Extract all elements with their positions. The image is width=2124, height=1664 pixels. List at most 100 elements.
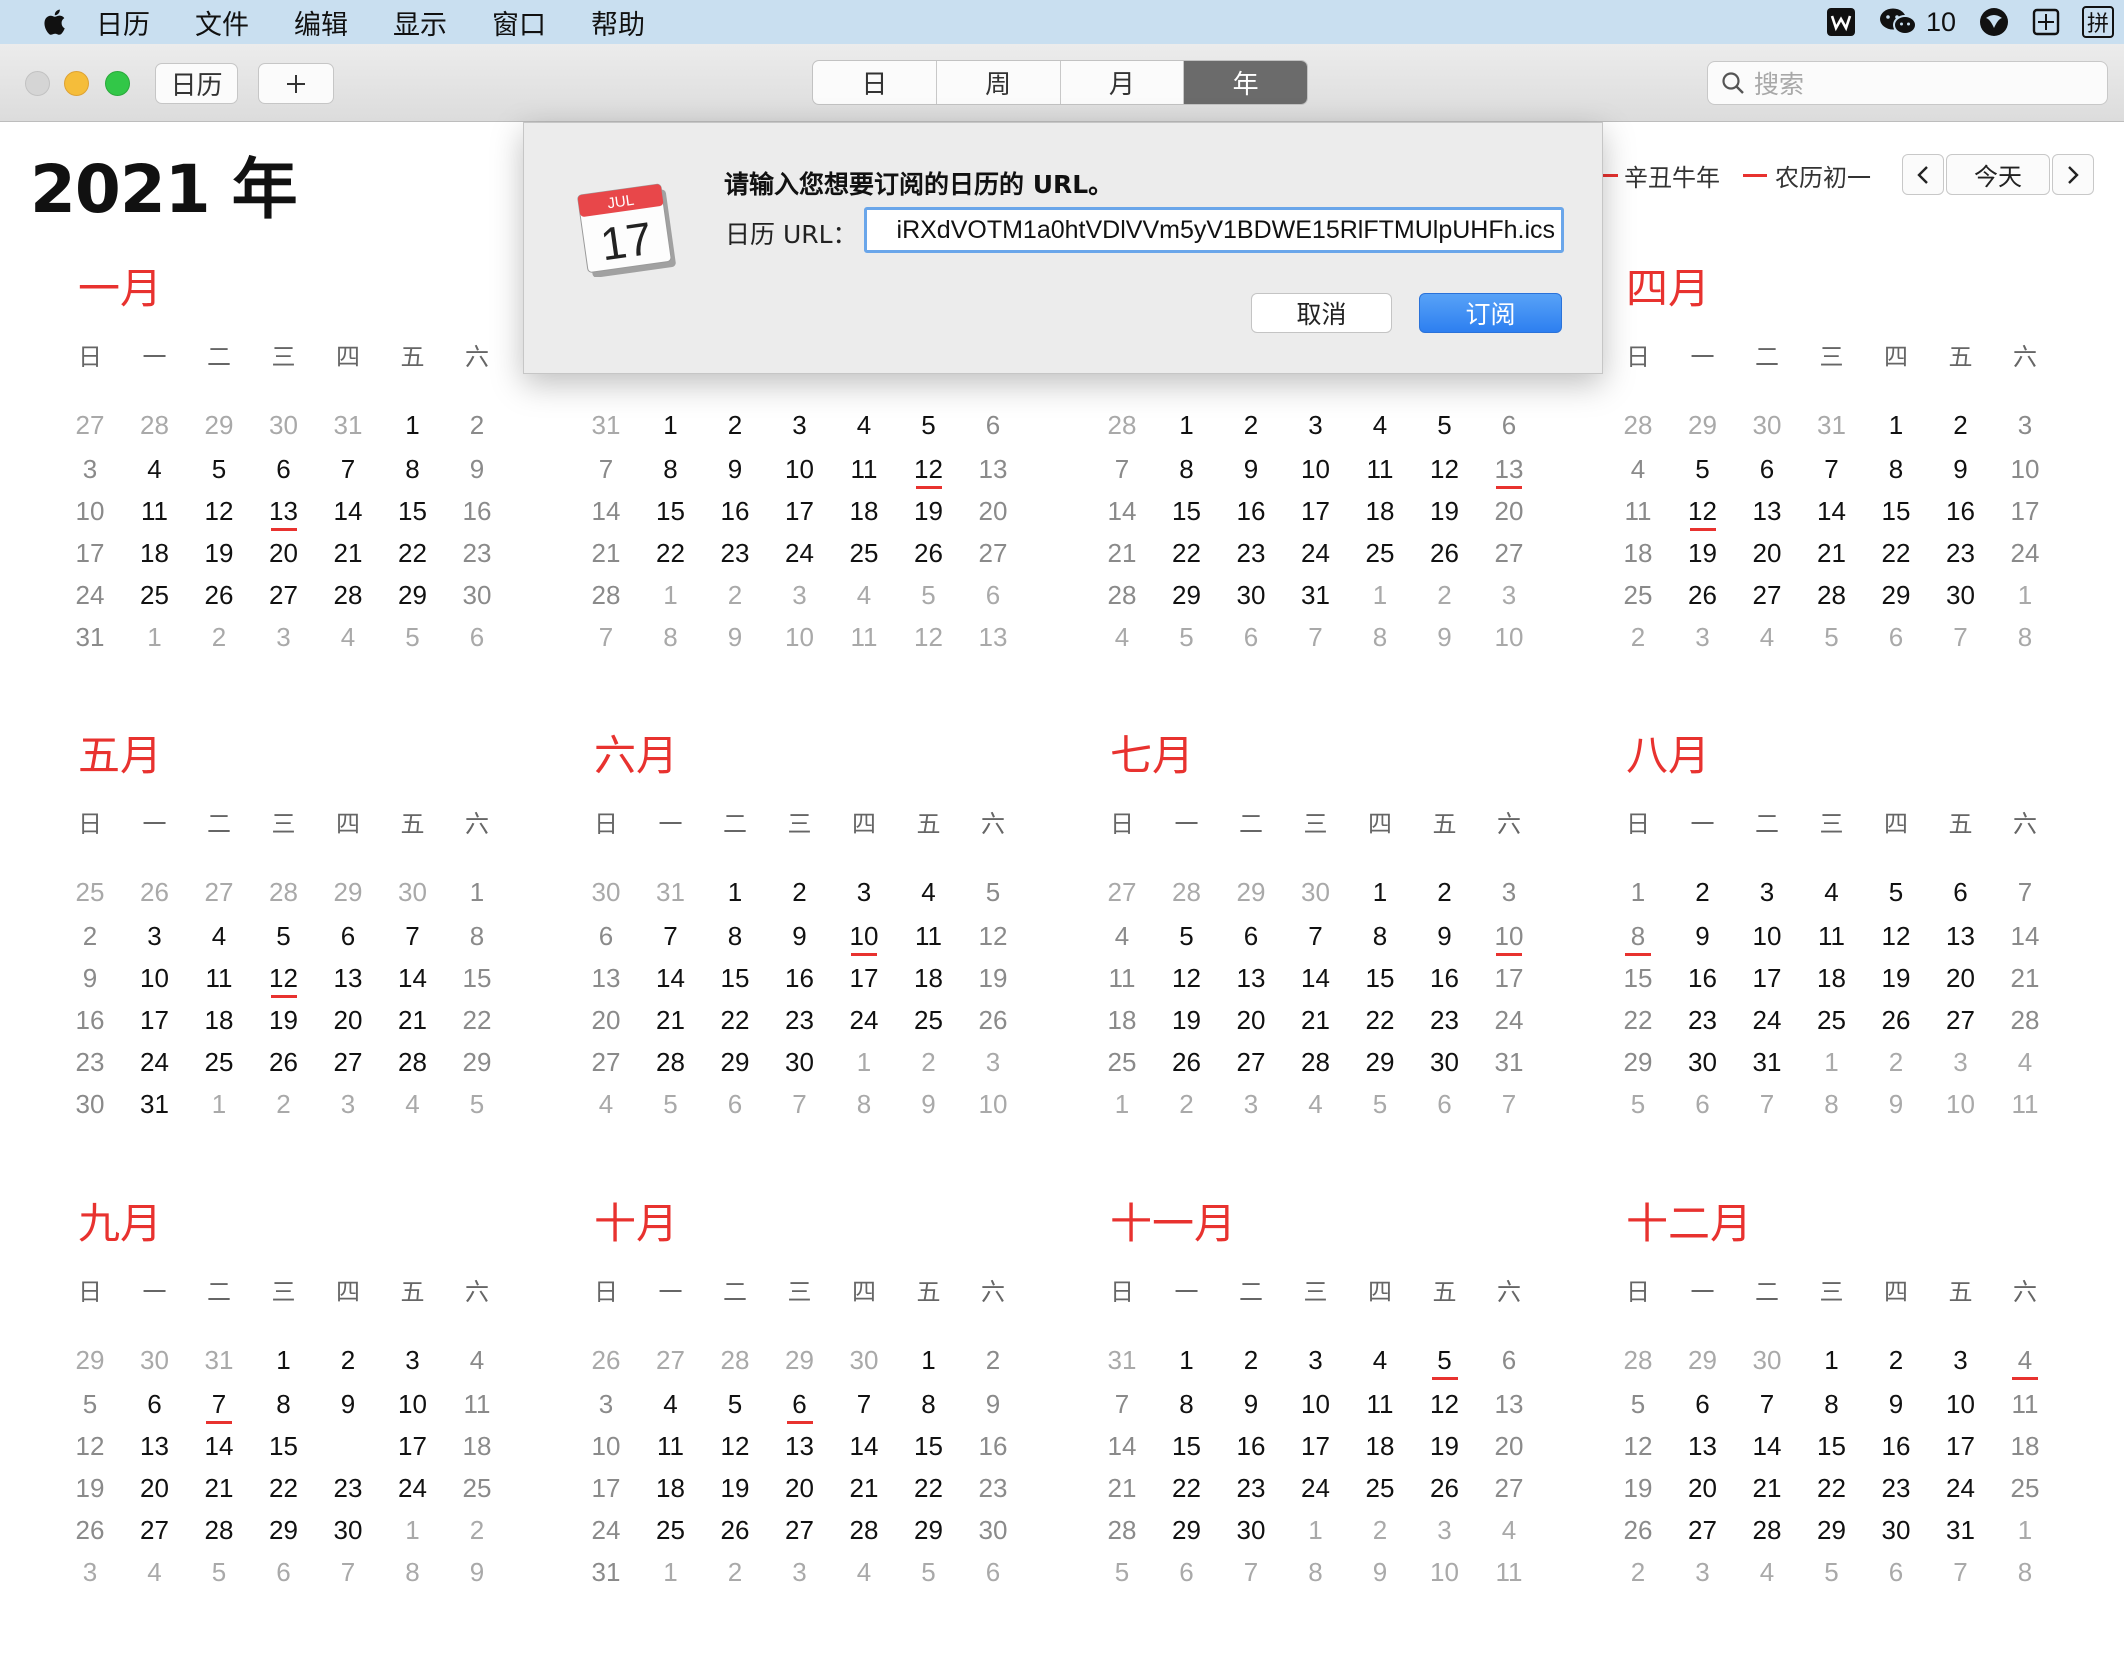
date-cell[interactable]: 28: [1294, 1045, 1338, 1079]
date-cell[interactable]: 3: [1487, 578, 1531, 612]
date-cell[interactable]: 29: [1358, 1045, 1402, 1079]
date-cell[interactable]: 22: [649, 536, 693, 570]
date-cell[interactable]: 12: [1423, 1387, 1467, 1421]
date-cell[interactable]: 17: [2003, 494, 2047, 528]
date-cell[interactable]: 11: [842, 620, 886, 654]
date-cell[interactable]: 13: [778, 1429, 822, 1463]
date-cell[interactable]: 28: [133, 408, 177, 442]
date-cell[interactable]: 30: [1294, 875, 1338, 909]
date-cell[interactable]: 9: [713, 452, 757, 486]
date-cell[interactable]: 4: [1487, 1513, 1531, 1547]
date-cell[interactable]: 7: [2003, 875, 2047, 909]
date-cell[interactable]: 1: [1874, 408, 1918, 442]
date-cell[interactable]: 14: [584, 494, 628, 528]
previous-year-button[interactable]: [1902, 154, 1944, 195]
tab-year[interactable]: 年: [1184, 61, 1307, 104]
month-name[interactable]: 九月: [78, 1190, 162, 1251]
date-cell[interactable]: 17: [1745, 961, 1789, 995]
date-cell[interactable]: 19: [1423, 494, 1467, 528]
menu-window[interactable]: 窗口: [492, 3, 546, 42]
date-cell[interactable]: 2: [713, 408, 757, 442]
date-cell[interactable]: 3: [68, 1555, 112, 1589]
date-cell[interactable]: 31: [1810, 408, 1854, 442]
date-cell[interactable]: 27: [133, 1513, 177, 1547]
date-cell[interactable]: 28: [197, 1513, 241, 1547]
date-cell[interactable]: 31: [1487, 1045, 1531, 1079]
month-name[interactable]: 六月: [594, 722, 678, 783]
date-cell[interactable]: 16: [713, 494, 757, 528]
date-cell[interactable]: 26: [1423, 1471, 1467, 1505]
date-cell[interactable]: 18: [2003, 1429, 2047, 1463]
date-cell[interactable]: 1: [1100, 1087, 1144, 1121]
date-cell[interactable]: 30: [1939, 578, 1983, 612]
date-cell[interactable]: 23: [971, 1471, 1015, 1505]
calendar-url-input[interactable]: iRXdVOTM1a0htVDlVVm5yV1BDWE15RlFTMUlpUHF…: [864, 207, 1564, 253]
date-cell[interactable]: 12: [713, 1429, 757, 1463]
date-cell[interactable]: 5: [1874, 875, 1918, 909]
date-cell[interactable]: 31: [197, 1343, 241, 1377]
date-cell[interactable]: 17: [391, 1429, 435, 1463]
date-cell[interactable]: 7: [1294, 919, 1338, 953]
date-cell[interactable]: 26: [584, 1343, 628, 1377]
date-cell[interactable]: 9: [971, 1387, 1015, 1421]
wps-icon[interactable]: [1826, 0, 1856, 44]
date-cell[interactable]: 17: [842, 961, 886, 995]
date-cell[interactable]: 3: [2003, 408, 2047, 442]
date-cell[interactable]: 14: [1100, 1429, 1144, 1463]
date-cell[interactable]: 25: [1100, 1045, 1144, 1079]
date-cell[interactable]: 22: [1810, 1471, 1854, 1505]
date-cell[interactable]: 30: [326, 1513, 370, 1547]
date-cell[interactable]: 6: [1423, 1087, 1467, 1121]
next-year-button[interactable]: [2052, 154, 2094, 195]
date-cell[interactable]: 27: [584, 1045, 628, 1079]
date-cell[interactable]: 11: [133, 494, 177, 528]
date-cell[interactable]: 12: [1616, 1429, 1660, 1463]
date-cell[interactable]: 5: [262, 919, 306, 953]
wechat-icon[interactable]: [1878, 0, 1918, 44]
month-name[interactable]: 十一月: [1110, 1190, 1236, 1251]
date-cell[interactable]: 26: [1681, 578, 1725, 612]
date-cell[interactable]: 10: [68, 494, 112, 528]
date-cell[interactable]: 1: [713, 875, 757, 909]
date-cell[interactable]: 21: [584, 536, 628, 570]
date-cell[interactable]: 24: [584, 1513, 628, 1547]
date-cell[interactable]: 24: [778, 536, 822, 570]
date-cell[interactable]: 5: [1616, 1087, 1660, 1121]
menu-edit[interactable]: 编辑: [294, 3, 348, 42]
control-center-icon[interactable]: [2032, 0, 2060, 44]
date-cell[interactable]: 26: [197, 578, 241, 612]
date-cell[interactable]: 27: [1229, 1045, 1273, 1079]
date-cell[interactable]: 30: [971, 1513, 1015, 1547]
date-cell[interactable]: 30: [1745, 408, 1789, 442]
date-cell[interactable]: 6: [262, 1555, 306, 1589]
date-cell[interactable]: 5: [907, 578, 951, 612]
date-cell[interactable]: 1: [1165, 408, 1209, 442]
date-cell[interactable]: 5: [1810, 620, 1854, 654]
date-cell[interactable]: 3: [262, 620, 306, 654]
month-name[interactable]: 一月: [78, 255, 162, 316]
date-cell[interactable]: 11: [2003, 1387, 2047, 1421]
date-cell[interactable]: 27: [262, 578, 306, 612]
date-cell[interactable]: 13: [1939, 919, 1983, 953]
date-cell[interactable]: 18: [842, 494, 886, 528]
date-cell[interactable]: 4: [133, 452, 177, 486]
date-cell[interactable]: 9: [1874, 1087, 1918, 1121]
date-cell[interactable]: 13: [1745, 494, 1789, 528]
date-cell[interactable]: 4: [1100, 919, 1144, 953]
date-cell[interactable]: 1: [455, 875, 499, 909]
date-cell[interactable]: 10: [1423, 1555, 1467, 1589]
date-cell[interactable]: 9: [1423, 620, 1467, 654]
date-cell[interactable]: 31: [1294, 578, 1338, 612]
date-cell[interactable]: 26: [1616, 1513, 1660, 1547]
date-cell[interactable]: 13: [1487, 1387, 1531, 1421]
date-cell[interactable]: 31: [649, 875, 693, 909]
date-cell[interactable]: 12: [1681, 494, 1725, 531]
date-cell[interactable]: 1: [1616, 875, 1660, 909]
date-cell[interactable]: 4: [1745, 1555, 1789, 1589]
date-cell[interactable]: 9: [1874, 1387, 1918, 1421]
date-cell[interactable]: 27: [649, 1343, 693, 1377]
date-cell[interactable]: 25: [649, 1513, 693, 1547]
date-cell[interactable]: 4: [842, 578, 886, 612]
date-cell[interactable]: 9: [1939, 452, 1983, 486]
date-cell[interactable]: 12: [1874, 919, 1918, 953]
